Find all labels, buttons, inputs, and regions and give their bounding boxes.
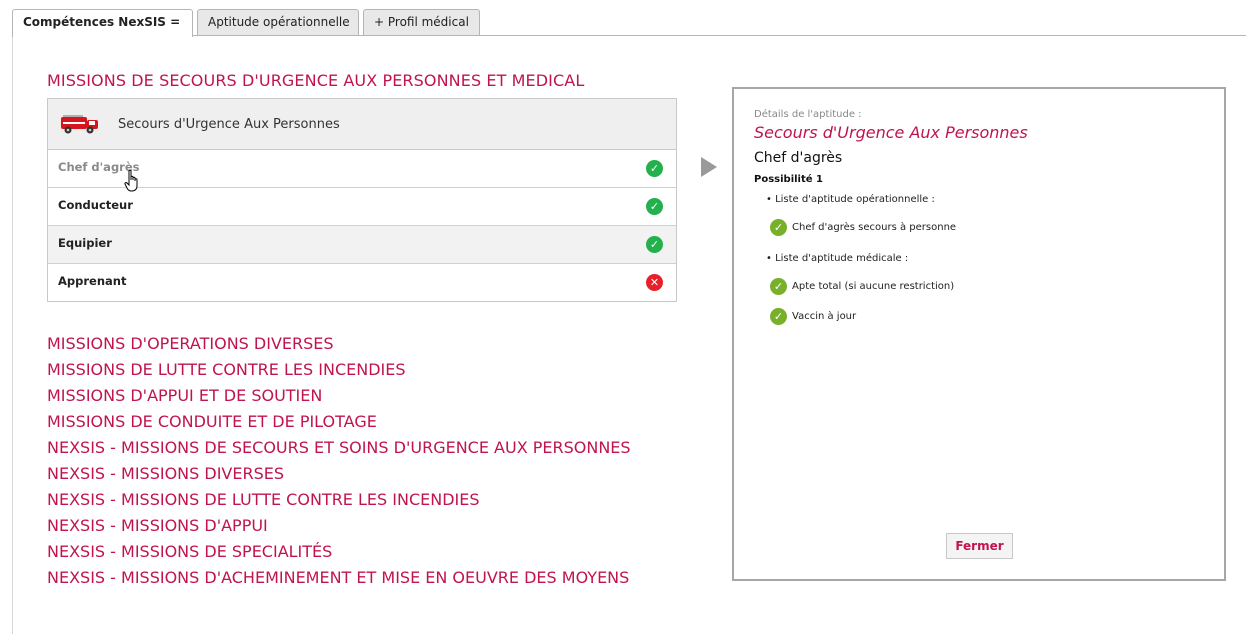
arrow-right-icon <box>701 157 717 177</box>
check-icon: ✓ <box>646 198 663 215</box>
hand-cursor-icon <box>124 169 138 192</box>
fire-truck-icon <box>61 115 98 134</box>
check-icon: ✓ <box>646 160 663 177</box>
role-row-conducteur[interactable]: Conducteur ✓ <box>48 188 676 226</box>
role-label: Conducteur <box>58 198 133 212</box>
role-row-apprenant[interactable]: Apprenant ✕ <box>48 264 676 302</box>
detail-panel: Détails de l'aptitude : Secours d'Urgenc… <box>732 87 1226 581</box>
mission-item[interactable]: MISSIONS DE CONDUITE ET DE PILOTAGE <box>47 409 631 435</box>
mission-item[interactable]: MISSIONS D'OPERATIONS DIVERSES <box>47 331 631 357</box>
tab-competences-nexsis[interactable]: Compétences NexSIS = <box>12 9 193 37</box>
mission-card: Secours d'Urgence Aux Personnes Chef d'a… <box>47 98 677 302</box>
mission-title-secours[interactable]: MISSIONS DE SECOURS D'URGENCE AUX PERSON… <box>47 71 584 90</box>
detail-caption: Détails de l'aptitude : <box>754 109 862 120</box>
operational-list-label: • Liste d'aptitude opérationnelle : <box>766 194 935 205</box>
mission-item[interactable]: NEXSIS - MISSIONS DE SPECIALITÉS <box>47 539 631 565</box>
detail-possibility: Possibilité 1 <box>754 174 823 185</box>
check-icon: ✓ <box>770 219 787 236</box>
mission-item[interactable]: NEXSIS - MISSIONS D'APPUI <box>47 513 631 539</box>
tab-aptitude-operationnelle[interactable]: Aptitude opérationnelle <box>197 9 359 36</box>
mission-item[interactable]: NEXSIS - MISSIONS D'ACHEMINEMENT ET MISE… <box>47 565 631 591</box>
mission-list: MISSIONS D'OPERATIONS DIVERSES MISSIONS … <box>47 331 631 591</box>
role-label: Apprenant <box>58 274 127 288</box>
item-label: Vaccin à jour <box>792 311 857 322</box>
item-label: Apte total (si aucune restriction) <box>792 281 955 292</box>
check-icon: ✓ <box>770 308 787 325</box>
tab-bar: Compétences NexSIS = Aptitude opérationn… <box>0 0 1246 37</box>
tab-profil-medical[interactable]: + Profil médical <box>363 9 480 36</box>
category-header[interactable]: Secours d'Urgence Aux Personnes <box>48 99 676 150</box>
mission-item[interactable]: MISSIONS D'APPUI ET DE SOUTIEN <box>47 383 631 409</box>
role-row-equipier[interactable]: Equipier ✓ <box>48 226 676 264</box>
mission-item[interactable]: NEXSIS - MISSIONS DE LUTTE CONTRE LES IN… <box>47 487 631 513</box>
detail-title: Secours d'Urgence Aux Personnes <box>754 123 1028 142</box>
cross-icon: ✕ <box>646 274 663 291</box>
role-label: Equipier <box>58 236 112 250</box>
check-icon: ✓ <box>770 278 787 295</box>
mission-item[interactable]: MISSIONS DE LUTTE CONTRE LES INCENDIES <box>47 357 631 383</box>
mission-item[interactable]: NEXSIS - MISSIONS DIVERSES <box>47 461 631 487</box>
category-label: Secours d'Urgence Aux Personnes <box>118 117 340 132</box>
check-icon: ✓ <box>646 236 663 253</box>
medical-list-label: • Liste d'aptitude médicale : <box>766 253 909 264</box>
close-button[interactable]: Fermer <box>946 533 1013 559</box>
mission-item[interactable]: NEXSIS - MISSIONS DE SECOURS ET SOINS D'… <box>47 435 631 461</box>
role-row-chef-agres[interactable]: Chef d'agrès ✓ <box>48 150 676 188</box>
item-label: Chef d'agrès secours à personne <box>792 222 957 233</box>
detail-role: Chef d'agrès <box>754 150 843 166</box>
